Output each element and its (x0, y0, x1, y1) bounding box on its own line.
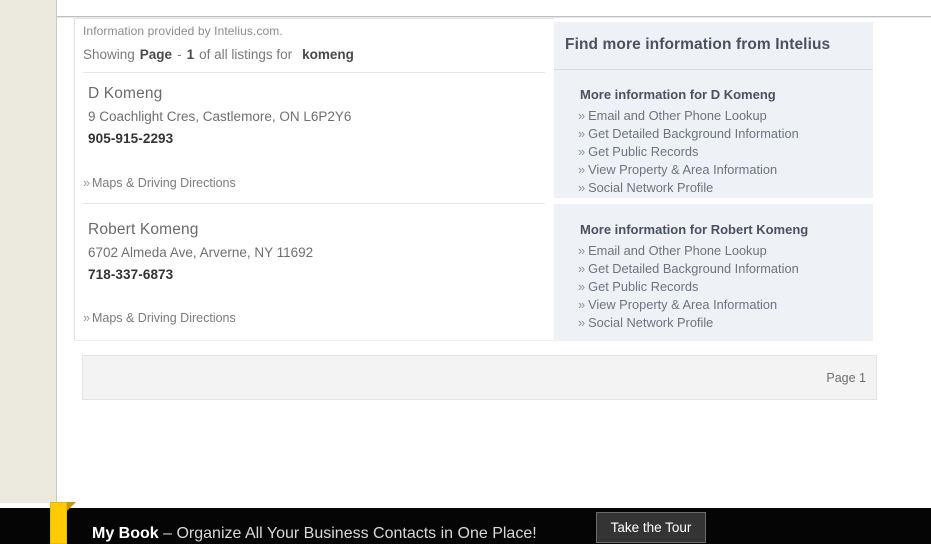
listing-divider (83, 203, 545, 204)
intelius-block-title: More information for D Komeng (580, 87, 776, 102)
page-left-gutter (0, 0, 56, 503)
showing-middle: of all listings for (199, 47, 293, 62)
showing-prefix: Showing (83, 47, 135, 62)
intelius-link-property-area[interactable]: » View Property & Area Information (578, 161, 799, 179)
chevron-right-icon: » (578, 180, 586, 195)
intelius-link-label: Get Detailed Background Information (588, 261, 799, 276)
intelius-link-label: View Property & Area Information (588, 162, 778, 177)
intelius-link-background-info[interactable]: » Get Detailed Background Information (578, 260, 799, 278)
promo-brand: My Book (92, 525, 159, 542)
chevron-right-icon: » (578, 243, 586, 258)
source-note: Information provided by Intelius.com. (83, 24, 283, 38)
chevron-right-icon: » (578, 315, 586, 330)
intelius-panel-header: Find more information from Intelius (554, 22, 873, 70)
header-divider (83, 72, 545, 73)
intelius-link-email-phone-lookup[interactable]: » Email and Other Phone Lookup (578, 242, 799, 260)
listing-item: Robert Komeng 6702 Almeda Ave, Arverne, … (88, 221, 313, 282)
intelius-link-label: Email and Other Phone Lookup (588, 108, 767, 123)
listing-phone: 905-915-2293 (88, 131, 174, 146)
showing-page-word: Page (139, 47, 173, 62)
showing-query: komeng (302, 47, 354, 62)
promo-message: My Book – Organize All Your Business Con… (92, 525, 537, 543)
listing-item: D Komeng 9 Coachlight Cres, Castlemore, … (88, 85, 351, 146)
bookmark-ribbon-icon (50, 502, 67, 544)
intelius-link-social-network[interactable]: » Social Network Profile (578, 314, 799, 332)
chevron-right-icon: » (83, 176, 90, 190)
pagination-bar: Page 1 (82, 355, 877, 400)
intelius-link-email-phone-lookup[interactable]: » Email and Other Phone Lookup (578, 107, 799, 125)
chevron-right-icon: » (578, 297, 586, 312)
intelius-link-label: Get Detailed Background Information (588, 126, 799, 141)
listing-phone: 718-337-6873 (88, 267, 174, 282)
chevron-right-icon: » (578, 279, 586, 294)
intelius-block-title: More information for Robert Komeng (580, 222, 809, 237)
intelius-panel-title: Find more information from Intelius (565, 36, 831, 53)
intelius-link-label: View Property & Area Information (588, 297, 778, 312)
chevron-right-icon: » (83, 311, 90, 325)
listing-name: Robert Komeng (88, 221, 199, 238)
maps-link-label: Maps & Driving Directions (91, 176, 236, 190)
intelius-link-label: Social Network Profile (588, 315, 714, 330)
listing-address: 6702 Almeda Ave, Arverne, NY 11692 (88, 245, 314, 260)
showing-page-number: 1 (186, 47, 195, 62)
showing-results-line: Showing Page -1 of all listings for komeng (83, 47, 354, 62)
maps-driving-directions-link[interactable]: » Maps & Driving Directions (83, 176, 236, 190)
chevron-right-icon: » (578, 126, 586, 141)
chevron-right-icon: » (578, 144, 586, 159)
take-the-tour-button[interactable]: Take the Tour (596, 512, 706, 543)
intelius-link-label: Get Public Records (588, 279, 699, 294)
intelius-link-public-records[interactable]: » Get Public Records (578, 143, 799, 161)
chevron-right-icon: » (578, 162, 586, 177)
intelius-link-property-area[interactable]: » View Property & Area Information (578, 296, 799, 314)
listing-address: 9 Coachlight Cres, Castlemore, ON L6P2Y6 (88, 109, 352, 124)
chevron-right-icon: » (578, 261, 586, 276)
gutter-divider (56, 0, 57, 503)
intelius-link-label: Social Network Profile (588, 180, 714, 195)
bookmark-fold-icon (67, 502, 76, 511)
page-root: Information provided by Intelius.com. Sh… (0, 0, 931, 544)
intelius-link-background-info[interactable]: » Get Detailed Background Information (578, 125, 799, 143)
intelius-link-list: » Email and Other Phone Lookup » Get Detai… (578, 107, 799, 197)
pagination-current-page: Page 1 (826, 371, 866, 385)
intelius-link-label: Get Public Records (588, 144, 699, 159)
intelius-link-list: » Email and Other Phone Lookup » Get Detai… (578, 242, 799, 332)
chevron-right-icon: » (578, 108, 586, 123)
maps-link-label: Maps & Driving Directions (91, 311, 236, 325)
intelius-link-social-network[interactable]: » Social Network Profile (578, 179, 799, 197)
promo-tagline: – Organize All Your Business Contacts in… (163, 525, 537, 542)
listing-name: D Komeng (88, 85, 163, 102)
showing-dash: - (177, 47, 182, 62)
intelius-link-public-records[interactable]: » Get Public Records (578, 278, 799, 296)
maps-driving-directions-link[interactable]: » Maps & Driving Directions (83, 311, 236, 325)
intelius-link-label: Email and Other Phone Lookup (588, 243, 767, 258)
